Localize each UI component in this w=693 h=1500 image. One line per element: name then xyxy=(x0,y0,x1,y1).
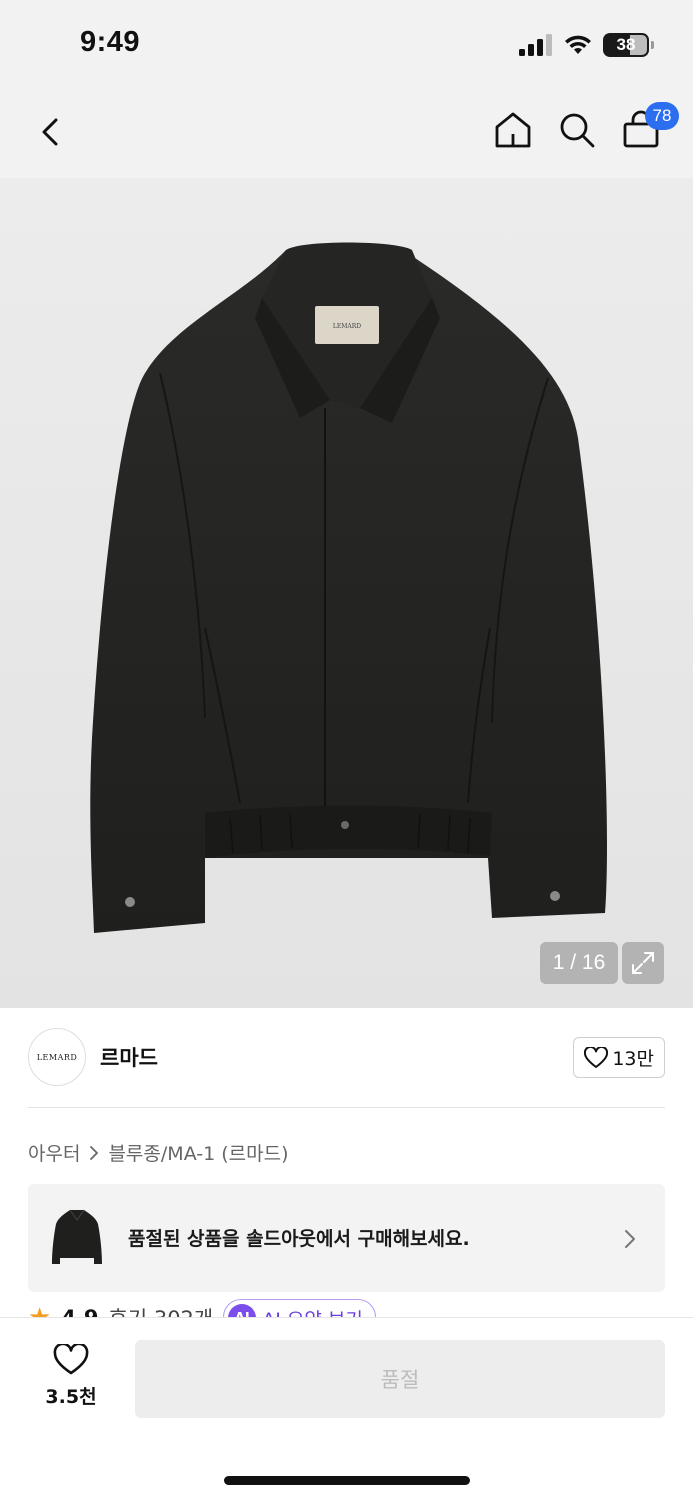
status-bar: 9:49 38 xyxy=(0,0,693,92)
brand-logo[interactable]: LEMARD xyxy=(28,1028,86,1086)
wishlist-button[interactable]: 3.5천 xyxy=(34,1344,108,1414)
home-indicator xyxy=(224,1476,470,1485)
nav-bar: 78 xyxy=(0,92,693,178)
brand-name[interactable]: 르마드 xyxy=(100,1042,158,1072)
expand-image-button[interactable] xyxy=(622,942,664,984)
chevron-right-icon xyxy=(625,1230,635,1248)
heart-icon xyxy=(584,1046,609,1068)
product-image-gallery[interactable]: LEMARD 1 / 16 xyxy=(0,178,693,1008)
brand-label-text: LEMARD xyxy=(333,323,361,330)
cart-button[interactable]: 78 xyxy=(619,102,679,152)
expand-icon xyxy=(632,952,654,974)
brand-row[interactable]: LEMARD 르마드 13만 xyxy=(28,1028,665,1086)
heart-icon xyxy=(53,1344,89,1375)
home-icon xyxy=(495,112,531,148)
battery-level: 38 xyxy=(616,35,636,54)
nav-actions: 78 xyxy=(491,102,679,152)
brand-like-button[interactable]: 13만 xyxy=(573,1037,665,1078)
chevron-left-icon xyxy=(42,118,58,146)
wifi-icon xyxy=(565,35,591,54)
breadcrumb-item-subcategory[interactable]: 블루종/MA-1 (르마드) xyxy=(108,1139,288,1166)
product-image: LEMARD xyxy=(90,242,607,933)
signal-icon xyxy=(519,34,552,56)
wishlist-count: 3.5천 xyxy=(45,1386,97,1408)
soldout-product-thumbnail xyxy=(52,1209,102,1264)
soldout-banner[interactable]: 품절된 상품을 솔드아웃에서 구매해보세요. xyxy=(28,1184,665,1292)
chevron-right-icon xyxy=(90,1145,99,1160)
status-icons: 38 xyxy=(519,30,654,60)
home-button[interactable] xyxy=(491,108,535,152)
soldout-banner-text: 품절된 상품을 솔드아웃에서 구매해보세요. xyxy=(128,1228,470,1250)
image-counter: 1 / 16 xyxy=(540,942,618,984)
search-button[interactable] xyxy=(555,108,599,152)
status-time: 9:49 xyxy=(80,26,141,58)
breadcrumb: 아우터 블루종/MA-1 (르마드) xyxy=(28,1139,289,1166)
divider xyxy=(28,1107,665,1108)
bottom-action-bar: 3.5천 품절 xyxy=(0,1317,693,1500)
battery-icon: 38 xyxy=(603,33,654,57)
back-button[interactable] xyxy=(32,112,72,152)
cart-count-badge: 78 xyxy=(645,102,679,130)
breadcrumb-item-category[interactable]: 아우터 xyxy=(28,1139,80,1166)
search-icon xyxy=(560,113,595,148)
soldout-button[interactable]: 품절 xyxy=(135,1340,665,1418)
brand-like-count: 13만 xyxy=(612,1048,654,1070)
